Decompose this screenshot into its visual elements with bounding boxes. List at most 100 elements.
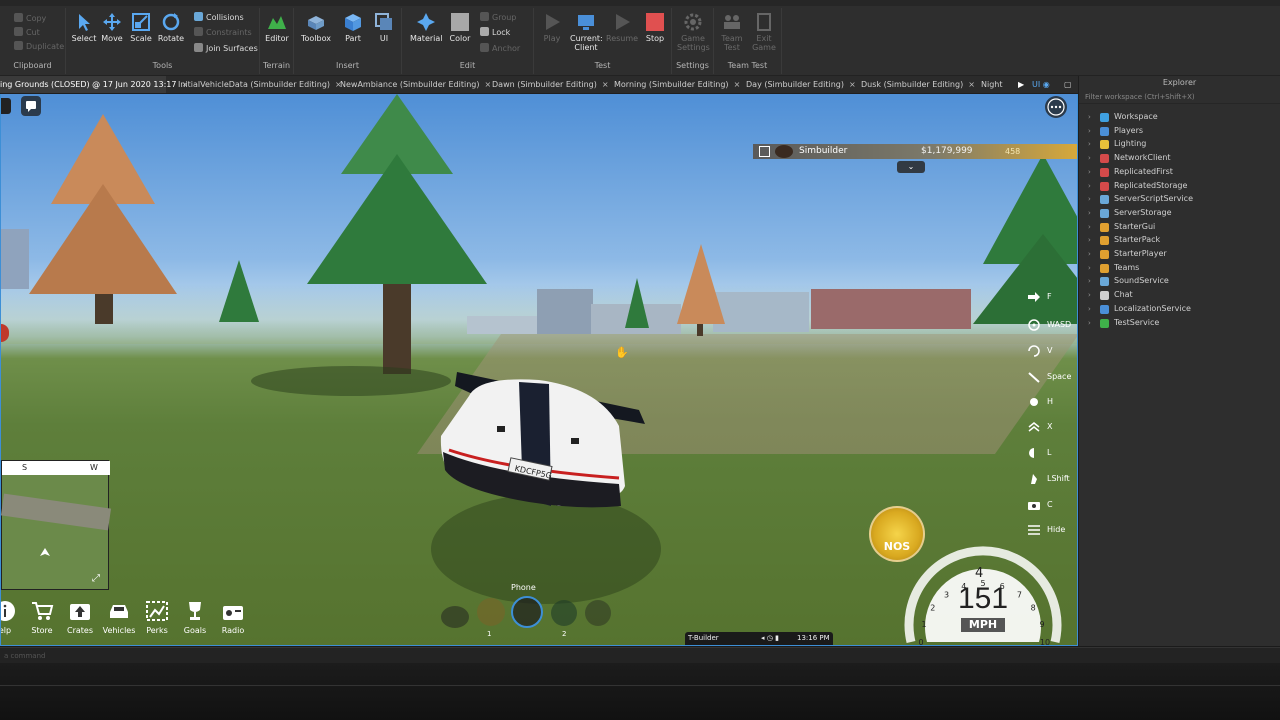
inventory-slot-2[interactable] xyxy=(551,600,577,626)
hotbar-goals[interactable]: Goals xyxy=(177,600,213,635)
color-button[interactable]: Color xyxy=(444,10,476,43)
explorer-item[interactable]: › Chat xyxy=(1079,288,1280,302)
explorer-item[interactable]: › ReplicatedStorage xyxy=(1079,179,1280,193)
player-car[interactable]: KDCFP5G xyxy=(439,366,653,516)
phone-status-bar[interactable]: T-Builder ◂ ◷ ▮ 13:16 PM xyxy=(685,632,833,645)
material-button[interactable]: Material xyxy=(410,10,443,43)
chevron-right-icon[interactable]: › xyxy=(1088,110,1091,124)
explorer-item[interactable]: › SoundService xyxy=(1079,274,1280,288)
tab-test-session[interactable]: ing Grounds (CLOSED) @ 17 Jun 2020 13:17… xyxy=(0,76,188,93)
hotbar-perks[interactable]: Perks xyxy=(139,600,175,635)
chevron-right-icon[interactable]: › xyxy=(1088,302,1091,316)
ui-button[interactable]: UI xyxy=(368,10,400,43)
terrain-editor-button[interactable]: Editor xyxy=(261,10,293,43)
team-test-button[interactable]: Team Test xyxy=(716,10,748,52)
command-bar[interactable]: a command xyxy=(0,647,1280,663)
scale-button[interactable]: Scale xyxy=(125,10,157,43)
copy-button[interactable]: Copy xyxy=(14,12,46,26)
tab-initialvehicledata[interactable]: InitialVehicleData (Simbuilder Editing) × xyxy=(172,76,342,93)
tab-day[interactable]: Day (Simbuilder Editing) × xyxy=(740,76,856,93)
exit-game-button[interactable]: Exit Game xyxy=(748,10,780,52)
inventory-slot-1[interactable] xyxy=(477,598,505,626)
chevron-right-icon[interactable]: › xyxy=(1088,316,1091,330)
chevron-right-icon[interactable]: › xyxy=(1088,165,1091,179)
hotbar-crates[interactable]: Crates xyxy=(62,600,98,635)
game-viewport[interactable]: KDCFP5G Simbuilder $1,179,999 458 ⌄ F WA… xyxy=(0,94,1078,646)
maximize-icon[interactable]: ▢ xyxy=(1058,76,1076,93)
hotbar-vehicles[interactable]: Vehicles xyxy=(101,600,137,635)
explorer-item[interactable]: › StarterGui xyxy=(1079,220,1280,234)
chevron-right-icon[interactable]: › xyxy=(1088,179,1091,193)
group-button[interactable]: Group xyxy=(480,11,516,25)
close-icon[interactable]: × xyxy=(968,80,975,89)
chevron-right-icon[interactable]: › xyxy=(1088,124,1091,138)
resume-button[interactable]: Resume xyxy=(606,10,638,43)
roblox-menu-icon[interactable] xyxy=(1,98,11,114)
explorer-item[interactable]: › LocalizationService xyxy=(1079,302,1280,316)
chevron-right-icon[interactable]: › xyxy=(1088,233,1091,247)
chevron-right-icon[interactable]: › xyxy=(1088,206,1091,220)
constraints-toggle[interactable]: Constraints xyxy=(194,26,252,40)
move-button[interactable]: Move xyxy=(96,10,128,43)
control-steer[interactable]: WASD xyxy=(1027,318,1071,332)
more-options-icon[interactable] xyxy=(1045,96,1067,118)
control-photo[interactable]: C xyxy=(1027,498,1053,512)
control-handbrake[interactable]: Space xyxy=(1027,370,1071,384)
part-button[interactable]: Part xyxy=(337,10,369,43)
join-surfaces-toggle[interactable]: Join Surfaces xyxy=(194,42,258,56)
tab-morning[interactable]: Morning (Simbuilder Editing) × xyxy=(608,76,740,93)
chevron-right-icon[interactable]: › xyxy=(1088,151,1091,165)
tab-newambiance[interactable]: NewAmbiance (Simbuilder Editing) × xyxy=(334,76,491,93)
expand-icon[interactable]: ⤢ xyxy=(92,573,104,585)
explorer-item[interactable]: › ServerScriptService xyxy=(1079,192,1280,206)
tab-night[interactable]: Night xyxy=(975,76,1011,93)
hotbar-help[interactable]: elp xyxy=(1,600,23,635)
inventory-slot-flashlight[interactable] xyxy=(441,606,469,628)
chevron-right-icon[interactable]: › xyxy=(1088,192,1091,206)
inventory-slot-empty[interactable] xyxy=(585,600,611,626)
hotbar-radio[interactable]: Radio xyxy=(215,600,251,635)
explorer-item[interactable]: › ServerStorage xyxy=(1079,206,1280,220)
chevron-right-icon[interactable]: › xyxy=(1088,247,1091,261)
explorer-item[interactable]: › TestService xyxy=(1079,316,1280,330)
collisions-toggle[interactable]: Collisions xyxy=(194,11,244,25)
explorer-item[interactable]: › ReplicatedFirst xyxy=(1079,165,1280,179)
hotbar-store[interactable]: Store xyxy=(24,600,60,635)
tab-dusk[interactable]: Dusk (Simbuilder Editing) × xyxy=(855,76,975,93)
explorer-item[interactable]: › Workspace xyxy=(1079,110,1280,124)
explorer-item[interactable]: › Players xyxy=(1079,124,1280,138)
chevron-right-icon[interactable]: › xyxy=(1088,288,1091,302)
chat-icon[interactable] xyxy=(21,96,41,116)
explorer-item[interactable]: › StarterPlayer xyxy=(1079,247,1280,261)
explorer-item[interactable]: › NetworkClient xyxy=(1079,151,1280,165)
control-camera[interactable]: V xyxy=(1027,344,1052,358)
ui-visibility-toggle[interactable]: UI ◉ xyxy=(1026,76,1056,93)
duplicate-button[interactable]: Duplicate xyxy=(14,40,64,54)
current-client-button[interactable]: Current: Client xyxy=(570,10,603,52)
lock-button[interactable]: Lock xyxy=(480,26,510,40)
game-settings-button[interactable]: Game Settings xyxy=(677,10,710,52)
minimap[interactable]: S W ⤢ xyxy=(1,460,112,590)
anchor-button[interactable]: Anchor xyxy=(480,42,520,56)
explorer-item[interactable]: › StarterPack xyxy=(1079,233,1280,247)
chevron-right-icon[interactable]: › xyxy=(1088,274,1091,288)
chevron-down-icon[interactable]: ⌄ xyxy=(897,161,925,173)
stop-button[interactable]: Stop xyxy=(639,10,671,43)
control-shift-up[interactable]: X xyxy=(1027,420,1052,434)
control-horn[interactable]: H xyxy=(1027,395,1053,409)
cut-button[interactable]: Cut xyxy=(14,26,40,40)
inventory-slot-phone[interactable] xyxy=(511,596,543,628)
tab-dawn[interactable]: Dawn (Simbuilder Editing) × xyxy=(486,76,609,93)
explorer-item[interactable]: › Lighting xyxy=(1079,137,1280,151)
rotate-button[interactable]: Rotate xyxy=(155,10,187,43)
chevron-right-icon[interactable]: › xyxy=(1088,261,1091,275)
explorer-item[interactable]: › Teams xyxy=(1079,261,1280,275)
control-exit-vehicle[interactable]: F xyxy=(1027,290,1052,304)
chevron-right-icon[interactable]: › xyxy=(1088,220,1091,234)
player-info-bar[interactable]: Simbuilder $1,179,999 458 xyxy=(753,144,1077,159)
explorer-filter-input[interactable]: Filter workspace (Ctrl+Shift+X) xyxy=(1079,90,1280,104)
control-boost[interactable]: LShift xyxy=(1027,472,1070,486)
toolbox-button[interactable]: Toolbox xyxy=(300,10,332,43)
play-button[interactable]: Play xyxy=(536,10,568,43)
chevron-right-icon[interactable]: › xyxy=(1088,137,1091,151)
